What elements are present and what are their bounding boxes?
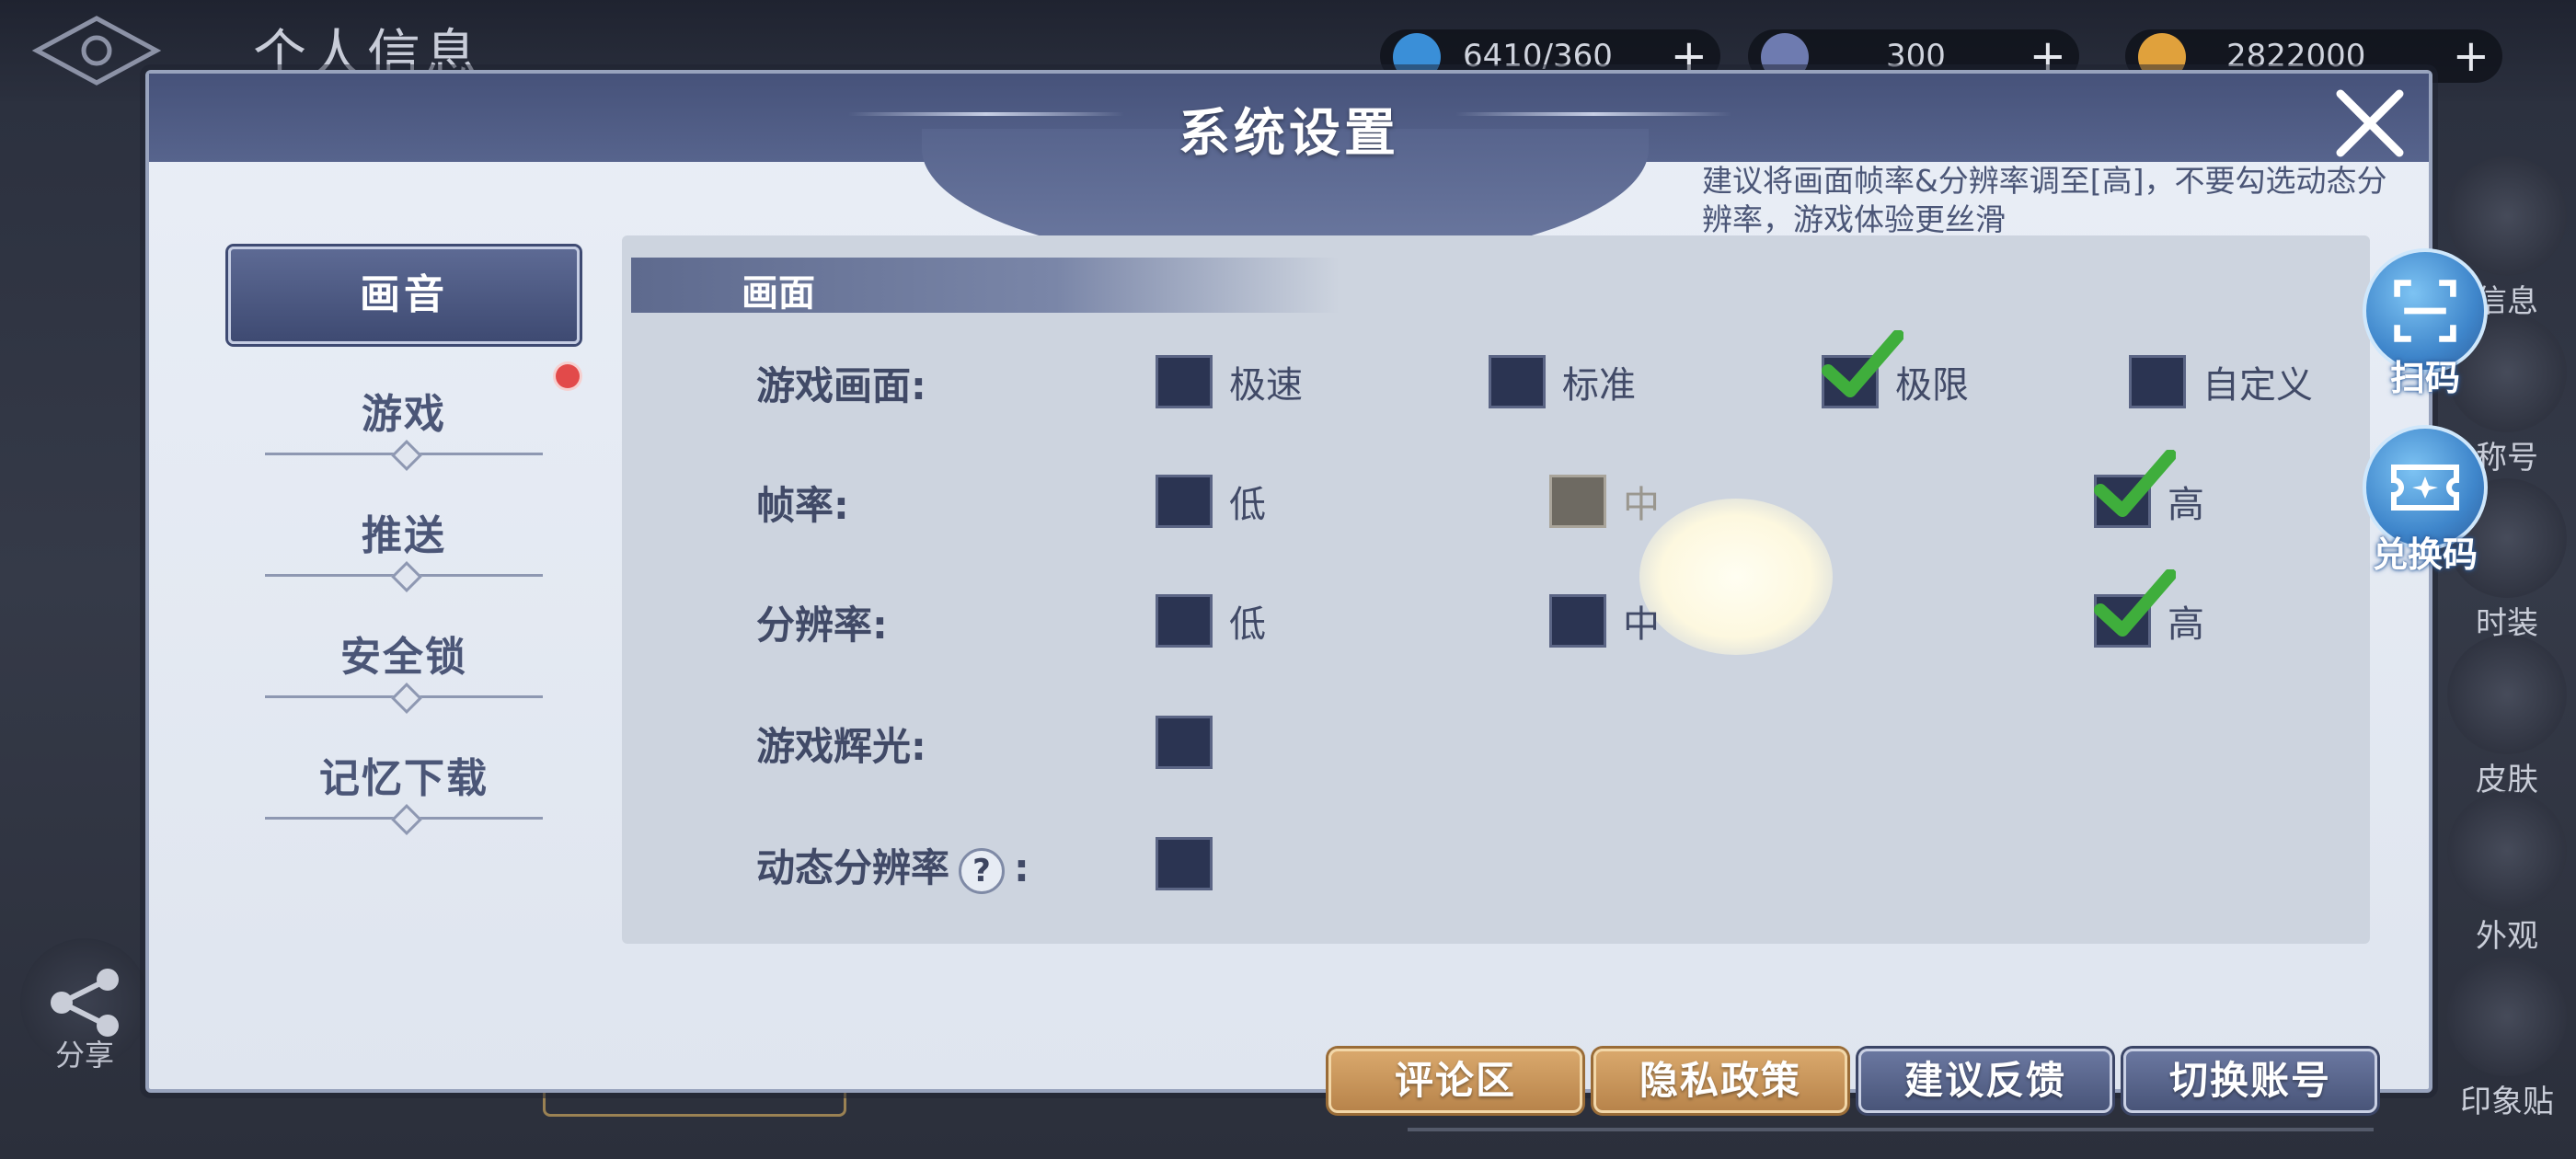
nav-tab-security-lock[interactable]: 安全锁: [228, 624, 580, 712]
tap-highlight-glow: [1639, 499, 1833, 655]
dynamic-resolution-toggle[interactable]: [1156, 837, 1213, 890]
framerate-option-low[interactable]: 低: [1156, 475, 1266, 528]
resolution-option-high[interactable]: 高: [2094, 569, 2204, 648]
checkmark-icon: [2094, 569, 2176, 637]
system-settings-dialog: 系统设置 建议将画面帧率&分辨率调至[高]，不要勾选动态分辨率，游戏体验更丝滑 …: [145, 70, 2432, 1113]
framerate-label: 帧率:: [756, 483, 849, 528]
checkbox-checked[interactable]: [2094, 450, 2176, 528]
scan-icon: [2394, 280, 2456, 342]
nav-tab-audio-visual[interactable]: 画音: [228, 247, 580, 344]
framerate-option-medium[interactable]: 中: [1549, 475, 1660, 528]
dialog-title: 系统设置: [1179, 104, 1399, 164]
scan-button[interactable]: 扫码: [2361, 248, 2490, 400]
settings-hint-text: 建议将画面帧率&分辨率调至[高]，不要勾选动态分辨率，游戏体验更丝滑: [1702, 163, 2387, 237]
ticket-icon: [2391, 465, 2459, 511]
checkbox[interactable]: [1156, 594, 1213, 648]
checkbox[interactable]: [1156, 475, 1213, 528]
share-label: 分享: [55, 1038, 115, 1073]
checkbox[interactable]: [1156, 837, 1213, 890]
glow-toggle[interactable]: [1156, 716, 1213, 769]
dynamic-resolution-label: 动态分辨率?:: [756, 837, 1029, 894]
checkbox[interactable]: [1156, 716, 1213, 769]
section-header: 画面: [631, 258, 1340, 315]
quality-option-standard[interactable]: 标准: [1489, 355, 1636, 408]
checkbox[interactable]: [1549, 475, 1606, 528]
quality-option-custom[interactable]: 自定义: [2129, 355, 2313, 408]
checkbox[interactable]: [1489, 355, 1546, 408]
close-icon: [2336, 89, 2404, 157]
checkmark-icon: [2094, 450, 2176, 517]
quality-option-speed[interactable]: 极速: [1156, 355, 1303, 408]
side-skin-button[interactable]: 皮肤: [2438, 635, 2576, 799]
checkbox[interactable]: [2129, 355, 2186, 408]
resolution-label: 分辨率:: [756, 602, 888, 648]
quality-label: 游戏画面:: [756, 363, 926, 408]
checkbox-checked[interactable]: [1822, 330, 1903, 408]
checkbox[interactable]: [1549, 594, 1606, 648]
resolution-option-low[interactable]: 低: [1156, 594, 1266, 648]
add-coins-button[interactable]: +: [2453, 29, 2490, 83]
checkbox-checked[interactable]: [2094, 569, 2176, 648]
side-appearance-button[interactable]: 外观: [2438, 791, 2576, 956]
feedback-button[interactable]: 建议反馈: [1858, 1049, 2112, 1113]
side-impression-button[interactable]: 印象贴: [2438, 957, 2576, 1121]
glow-label: 游戏辉光:: [756, 724, 926, 769]
nav-tab-game[interactable]: 游戏: [228, 381, 580, 469]
redeem-code-button[interactable]: 兑换码: [2361, 425, 2490, 577]
checkbox[interactable]: [1156, 355, 1213, 408]
help-icon[interactable]: ?: [959, 847, 1006, 894]
quality-option-ultimate[interactable]: 极限: [1822, 330, 1969, 408]
checkmark-icon: [1822, 330, 1903, 397]
nav-tab-memory-download[interactable]: 记忆下载: [228, 745, 580, 833]
switch-account-button[interactable]: 切换账号: [2123, 1049, 2377, 1113]
framerate-option-high[interactable]: 高: [2094, 450, 2204, 528]
close-button[interactable]: [2331, 85, 2409, 162]
resolution-option-medium[interactable]: 中: [1549, 594, 1660, 648]
privacy-policy-button[interactable]: 隐私政策: [1593, 1049, 1847, 1113]
nav-tab-push[interactable]: 推送: [228, 502, 580, 591]
comments-button[interactable]: 评论区: [1328, 1049, 1582, 1113]
